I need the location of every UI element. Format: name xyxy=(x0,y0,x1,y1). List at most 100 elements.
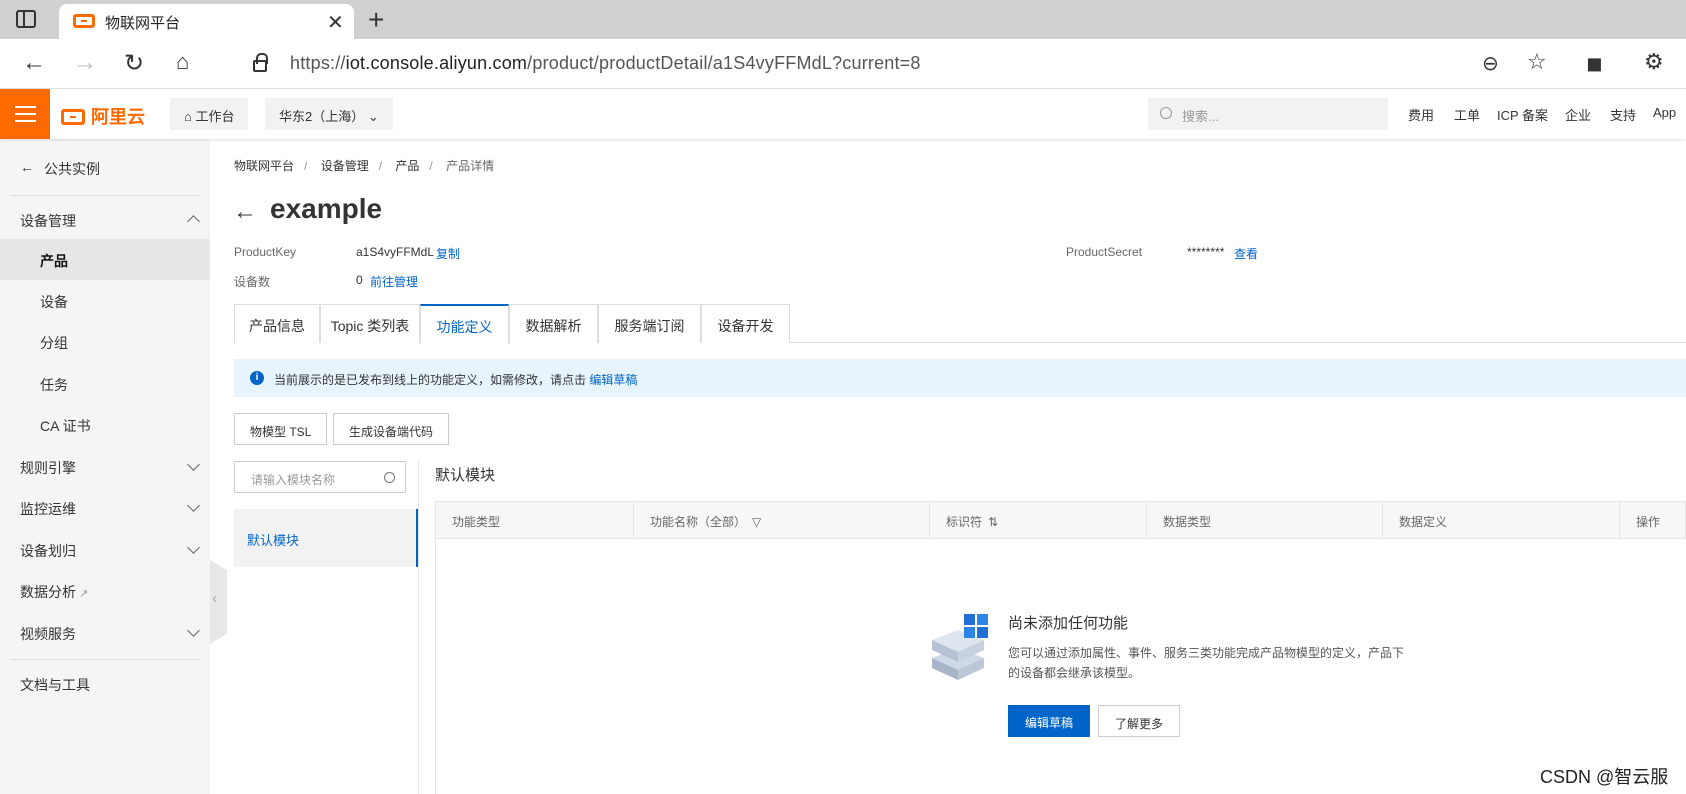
address-bar[interactable]: https://iot.console.aliyun.com/product/p… xyxy=(235,44,1491,82)
learn-more-button[interactable]: 了解更多 xyxy=(1098,705,1180,737)
chevron-down-icon: ⌄ xyxy=(364,109,379,124)
tab-topic-list[interactable]: Topic 类列表 xyxy=(320,304,420,343)
sidebar-group-data-analysis[interactable]: 数据分析 ↗ xyxy=(0,570,210,611)
back-icon[interactable]: ← xyxy=(22,49,46,77)
col-function-name[interactable]: 功能名称（全部） ▽ xyxy=(650,513,761,530)
refresh-icon[interactable]: ↻ xyxy=(124,49,144,78)
breadcrumb-item[interactable]: 产品 xyxy=(395,159,419,173)
product-secret-value: ******** xyxy=(1187,245,1225,259)
back-arrow-icon: ← xyxy=(20,159,34,175)
back-arrow-icon[interactable]: ← xyxy=(233,198,257,226)
product-key-label: ProductKey xyxy=(234,245,297,259)
sidebar-back-public-instance[interactable]: ← 公共实例 xyxy=(0,147,210,188)
sidebar-group-monitoring[interactable]: 监控运维 xyxy=(0,487,210,528)
manage-link[interactable]: 前往管理 xyxy=(370,273,418,290)
close-icon[interactable]: ✕ xyxy=(327,10,344,35)
empty-title: 尚未添加任何功能 xyxy=(1008,615,1129,632)
aliyun-logo-icon xyxy=(61,109,85,125)
notice-text: 当前展示的是已发布到线上的功能定义，如需修改，请点击 xyxy=(274,373,587,387)
sidebar: ← 公共实例 设备管理 产品 设备 分组 任务 CA 证书 规则引擎 监控运维 … xyxy=(0,139,210,794)
breadcrumb-current: 产品详情 xyxy=(446,159,495,173)
header-link-icp[interactable]: ICP 备案 xyxy=(1497,105,1548,124)
chevron-up-icon xyxy=(187,215,200,228)
sidebar-group-video-service[interactable]: 视频服务 xyxy=(0,612,210,653)
sidebar-item-ca-cert[interactable]: CA 证书 xyxy=(0,404,210,445)
header-link-enterprise[interactable]: 企业 xyxy=(1565,105,1591,124)
tab-bar: 产品信息 Topic 类列表 功能定义 数据解析 服务端订阅 设备开发 xyxy=(234,304,1686,344)
sidebar-item-docs-tools[interactable]: 文档与工具 xyxy=(0,663,210,704)
table-header: 功能类型 功能名称（全部） ▽ 标识符 ⇅ 数据类型 数据定义 操作 xyxy=(435,501,1686,539)
sidebar-item-task[interactable]: 任务 xyxy=(0,363,210,404)
product-key-value: a1S4vyFFMdL xyxy=(356,245,435,259)
sidebar-toggle-icon[interactable] xyxy=(16,10,36,28)
extensions-icon[interactable]: ⚙ xyxy=(1644,49,1664,75)
tab-title: 物联网平台 xyxy=(105,15,181,32)
zoom-out-icon[interactable]: ⊖ xyxy=(1482,51,1499,76)
device-count-label: 设备数 xyxy=(234,275,271,289)
csdn-watermark: CSDN @智云服 xyxy=(1540,767,1669,787)
sidebar-group-device-management[interactable]: 设备管理 xyxy=(0,199,210,240)
tab-data-parsing[interactable]: 数据解析 xyxy=(509,304,598,343)
col-data-definition: 数据定义 xyxy=(1399,515,1448,529)
breadcrumb: 物联网平台 / 设备管理 / 产品 / 产品详情 xyxy=(234,159,495,173)
copy-link[interactable]: 复制 xyxy=(436,245,460,262)
browser-tabbar: 物联网平台 ✕ + xyxy=(0,0,1686,39)
chevron-down-icon xyxy=(187,458,200,471)
workbench-button[interactable]: ⌂ 工作台 xyxy=(170,98,249,130)
device-count-value: 0 xyxy=(356,273,363,287)
menu-button[interactable] xyxy=(0,89,50,139)
new-tab-icon[interactable]: + xyxy=(368,4,384,36)
edit-draft-button[interactable]: 编辑草稿 xyxy=(1008,705,1090,737)
col-identifier[interactable]: 标识符 ⇅ xyxy=(946,513,998,530)
forward-icon[interactable]: → xyxy=(73,49,97,77)
page-title: example xyxy=(270,193,383,224)
view-secret-link[interactable]: 查看 xyxy=(1234,245,1258,262)
header-link-billing[interactable]: 费用 xyxy=(1408,105,1434,124)
header-search-input[interactable]: 搜索... xyxy=(1148,98,1388,130)
sidebar-group-rule-engine[interactable]: 规则引擎 xyxy=(0,446,210,487)
sidebar-item-device[interactable]: 设备 xyxy=(0,280,210,321)
edit-draft-link[interactable]: 编辑草稿 xyxy=(589,373,637,387)
sidebar-divider xyxy=(10,659,200,660)
sidebar-divider xyxy=(10,195,200,196)
tab-function-definition[interactable]: 功能定义 xyxy=(420,304,509,344)
sidebar-item-product[interactable]: 产品 xyxy=(0,239,210,280)
favorite-icon[interactable]: ☆ xyxy=(1527,49,1547,75)
chevron-down-icon xyxy=(187,499,200,512)
tab-product-info[interactable]: 产品信息 xyxy=(234,304,320,343)
breadcrumb-item[interactable]: 物联网平台 xyxy=(234,159,294,173)
col-actions: 操作 xyxy=(1636,515,1661,529)
header-link-support[interactable]: 支持 xyxy=(1610,105,1636,124)
empty-description: 您可以通过添加属性、事件、服务三类功能完成产品物模型的定义，产品下 的设备都会继… xyxy=(1008,646,1405,680)
sidebar-collapse-handle[interactable]: ‹ xyxy=(210,560,227,644)
external-link-icon: ↗ xyxy=(76,588,89,600)
aliyun-logo[interactable]: 阿里云 xyxy=(61,103,145,129)
browser-tab[interactable]: 物联网平台 ✕ xyxy=(59,4,354,39)
aliyun-favicon-icon xyxy=(73,14,95,28)
col-data-type: 数据类型 xyxy=(1163,515,1212,529)
browser-navbar: ← → ↻ ⌂ https://iot.console.aliyun.com/p… xyxy=(0,39,1686,89)
tab-device-development[interactable]: 设备开发 xyxy=(701,304,790,343)
chevron-down-icon xyxy=(187,624,200,637)
tsl-button[interactable]: 物模型 TSL xyxy=(234,413,328,445)
home-icon[interactable]: ⌂ xyxy=(176,49,189,75)
chevron-down-icon xyxy=(187,541,200,554)
header-link-app[interactable]: App xyxy=(1653,105,1676,120)
collections-icon[interactable]: ◼ xyxy=(1586,51,1603,76)
header-link-ticket[interactable]: 工单 xyxy=(1454,105,1480,124)
sidebar-item-group[interactable]: 分组 xyxy=(0,321,210,362)
generate-code-button[interactable]: 生成设备端代码 xyxy=(333,413,450,445)
url-text: https://iot.console.aliyun.com/product/p… xyxy=(290,53,921,73)
col-function-type: 功能类型 xyxy=(452,515,501,529)
tab-server-subscription[interactable]: 服务端订阅 xyxy=(598,304,701,343)
lock-icon xyxy=(253,53,268,72)
module-search-input[interactable]: 请输入模块名称 xyxy=(234,461,406,493)
sidebar-group-device-assignment[interactable]: 设备划归 xyxy=(0,529,210,570)
sort-icon[interactable]: ⇅ xyxy=(988,515,998,529)
region-selector[interactable]: 华东2（上海） ⌄ xyxy=(265,98,393,130)
module-item-default[interactable]: 默认模块 xyxy=(234,509,418,567)
home-icon: ⌂ xyxy=(184,109,196,124)
breadcrumb-item[interactable]: 设备管理 xyxy=(321,159,369,173)
info-icon: i xyxy=(250,371,264,385)
filter-icon[interactable]: ▽ xyxy=(752,515,761,529)
